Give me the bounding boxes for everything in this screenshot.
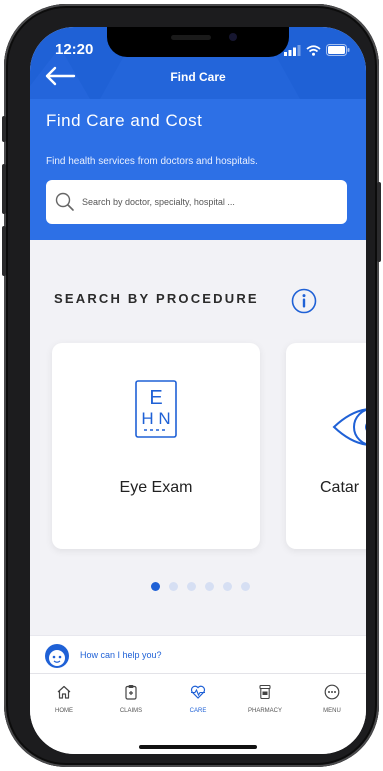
phone-frame: 12:20 Find Care Find Care and Cost Find … <box>2 4 381 767</box>
find-care-hero: Find Care and Cost Find health services … <box>30 99 366 240</box>
volume-up-button <box>2 164 6 214</box>
hero-subtitle: Find health services from doctors and ho… <box>46 156 258 167</box>
tab-care[interactable]: CARE <box>170 684 226 714</box>
wifi-icon <box>306 44 321 56</box>
section-title: SEARCH BY PROCEDURE <box>54 291 259 306</box>
assistant-avatar-icon <box>45 644 69 668</box>
eye-chart-icon: E H N <box>135 380 177 438</box>
bottom-tab-bar: HOME CLAIMS CARE PHARMACY MENU <box>30 673 366 754</box>
tab-claims[interactable]: CLAIMS <box>103 684 159 714</box>
search-input[interactable] <box>80 196 334 208</box>
tab-label: MENU <box>323 708 341 714</box>
mute-switch <box>2 116 6 142</box>
page-dot[interactable] <box>187 582 196 591</box>
search-box[interactable] <box>46 180 347 224</box>
eye-icon <box>332 408 366 446</box>
home-icon <box>57 685 71 699</box>
app-screen: 12:20 Find Care Find Care and Cost Find … <box>30 27 366 754</box>
more-icon <box>324 684 340 700</box>
status-time: 12:20 <box>55 41 94 58</box>
volume-down-button <box>2 226 6 276</box>
procedure-card-cataract[interactable]: Catar <box>286 343 366 549</box>
home-indicator <box>139 745 257 749</box>
tab-menu[interactable]: MENU <box>304 684 360 714</box>
tab-label: CLAIMS <box>119 708 143 714</box>
search-icon <box>55 192 74 211</box>
page-dot[interactable] <box>151 582 160 591</box>
front-camera <box>229 33 237 41</box>
procedure-card-label: Catar <box>320 479 360 496</box>
tab-label: PHARMACY <box>247 708 282 714</box>
signal-icon <box>284 44 301 56</box>
tab-label: HOME <box>55 708 73 714</box>
pill-bottle-icon <box>259 684 271 700</box>
hero-title: Find Care and Cost <box>46 111 203 130</box>
procedure-card-eye-exam[interactable]: E H N Eye Exam <box>52 343 260 549</box>
virtual-assistant-bar[interactable]: How can I help you? <box>30 635 366 674</box>
clipboard-icon <box>125 685 137 700</box>
page-dot[interactable] <box>223 582 232 591</box>
device-notch <box>107 27 289 57</box>
page-dot[interactable] <box>169 582 178 591</box>
page-dot[interactable] <box>205 582 214 591</box>
power-button <box>377 182 381 262</box>
eye-chart-letter-e: E <box>149 387 162 409</box>
carousel-pagination <box>151 582 250 591</box>
tab-home[interactable]: HOME <box>36 684 92 714</box>
eye-chart-letters-hn: H N <box>141 409 170 428</box>
info-icon[interactable] <box>291 288 317 314</box>
nav-title: Find Care <box>170 70 226 84</box>
speaker-grille <box>171 35 211 40</box>
assistant-prompt: How can I help you? <box>80 650 162 660</box>
page-dot[interactable] <box>241 582 250 591</box>
procedure-card-label: Eye Exam <box>119 479 193 496</box>
battery-icon <box>326 44 350 56</box>
tab-label: CARE <box>189 708 207 714</box>
tab-pharmacy[interactable]: PHARMACY <box>237 684 293 714</box>
status-icons <box>284 44 350 56</box>
heart-pulse-icon <box>190 685 206 699</box>
